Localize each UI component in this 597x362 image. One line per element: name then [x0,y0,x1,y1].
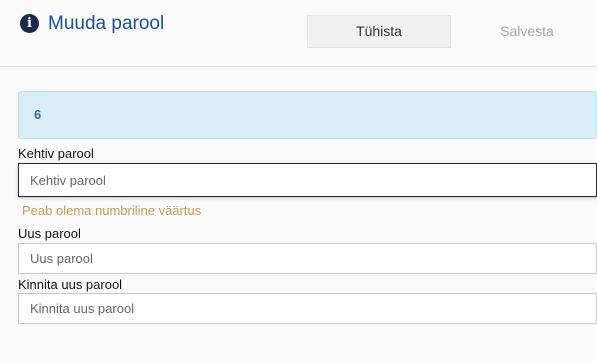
dialog-title: Muuda parool [48,13,165,34]
current-password-label: Kehtiv parool [18,146,94,161]
confirm-password-label: Kinnita uus parool [18,277,123,292]
validation-error: Peab olema numbriline väärtus [22,203,202,218]
current-password-input[interactable] [18,163,597,197]
cancel-button[interactable]: Tühista [307,15,451,48]
new-password-input[interactable] [18,243,597,274]
dialog-header: i Muuda parool Tühista Salvesta [0,0,597,67]
alert-text: 6 [34,107,42,122]
info-alert: 6 [18,91,597,139]
save-button[interactable]: Salvesta [462,15,592,48]
confirm-password-input[interactable] [18,293,597,324]
info-icon: i [20,14,39,33]
new-password-label: Uus parool [18,226,81,241]
